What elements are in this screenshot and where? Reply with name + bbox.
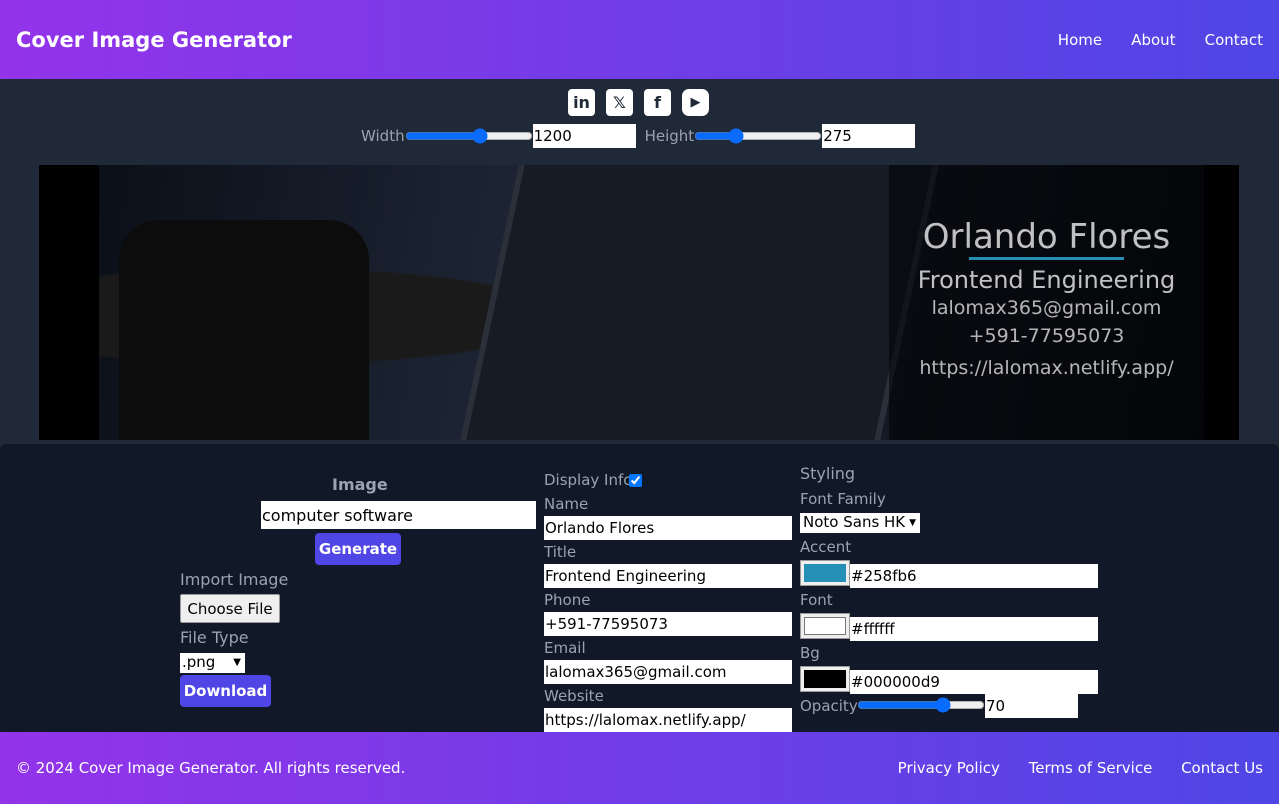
font-family-label: Font Family — [800, 490, 886, 508]
accent-hex-input[interactable] — [850, 564, 1098, 588]
phone-label: Phone — [544, 591, 591, 609]
image-query-input[interactable] — [261, 501, 536, 529]
opacity-label: Opacity — [800, 697, 858, 715]
info-overlay: Orlando Flores Frontend Engineering lalo… — [889, 165, 1204, 440]
mug-shape — [119, 220, 369, 440]
nav-about[interactable]: About — [1131, 31, 1175, 49]
file-type-select[interactable]: .png ▼ — [180, 653, 245, 673]
title-input[interactable] — [544, 564, 792, 588]
accent-bar — [969, 257, 1124, 260]
email-input[interactable] — [544, 660, 792, 684]
font-hex-input[interactable] — [850, 617, 1098, 641]
phone-input[interactable] — [544, 612, 792, 636]
accent-color-picker[interactable] — [800, 560, 850, 586]
opacity-slider[interactable] — [857, 697, 985, 713]
nav-home[interactable]: Home — [1058, 31, 1102, 49]
email-label: Email — [544, 639, 586, 657]
app-title: Cover Image Generator — [16, 27, 292, 52]
youtube-icon[interactable]: ▶ — [682, 89, 709, 116]
preview-phone: +591-77595073 — [968, 325, 1125, 347]
font-family-select[interactable]: Noto Sans HK ▼ — [800, 513, 920, 533]
x-icon[interactable]: 𝕏 — [606, 89, 633, 116]
font-color-label: Font — [800, 591, 833, 609]
display-info-checkbox[interactable] — [629, 474, 642, 487]
settings-panel: Image Generate Import Image Choose File … — [0, 444, 1279, 732]
import-image-label: Import Image — [180, 570, 289, 589]
width-slider[interactable] — [404, 128, 533, 144]
font-color-picker[interactable] — [800, 613, 850, 639]
width-label: Width — [361, 127, 405, 145]
nav-contact[interactable]: Contact — [1205, 31, 1263, 49]
styling-heading: Styling — [800, 464, 856, 483]
website-label: Website — [544, 687, 604, 705]
header: Cover Image Generator Home About Contact — [0, 0, 1279, 79]
bg-hex-input[interactable] — [850, 670, 1098, 694]
footer-terms-link[interactable]: Terms of Service — [1029, 759, 1153, 777]
image-heading: Image — [332, 475, 388, 494]
social-links: in 𝕏 f ▶ — [568, 89, 709, 116]
height-slider[interactable] — [694, 128, 823, 144]
website-input[interactable] — [544, 708, 792, 732]
choose-file-button[interactable]: Choose File — [180, 594, 280, 623]
accent-label: Accent — [800, 538, 852, 556]
main-nav: Home About Contact — [1034, 30, 1263, 49]
file-type-value: .png — [182, 653, 216, 671]
preview-title: Frontend Engineering — [917, 266, 1176, 294]
height-label: Height — [644, 127, 695, 145]
opacity-input[interactable] — [985, 694, 1078, 718]
chevron-down-icon: ▼ — [909, 518, 916, 528]
footer: © 2024 Cover Image Generator. All rights… — [0, 732, 1279, 804]
width-input[interactable] — [532, 124, 636, 148]
linkedin-icon[interactable]: in — [568, 89, 595, 116]
download-button[interactable]: Download — [180, 675, 271, 707]
preview-name: Orlando Flores — [922, 217, 1171, 257]
bg-label: Bg — [800, 644, 820, 662]
file-type-label: File Type — [180, 628, 249, 647]
display-info-label: Display Info — [544, 471, 633, 489]
cover-preview: Orlando Flores Frontend Engineering lalo… — [39, 165, 1239, 440]
generate-button[interactable]: Generate — [315, 533, 401, 565]
footer-contact-link[interactable]: Contact Us — [1181, 759, 1263, 777]
copyright: © 2024 Cover Image Generator. All rights… — [16, 759, 406, 777]
title-label: Title — [544, 543, 577, 561]
name-input[interactable] — [544, 516, 792, 540]
facebook-icon[interactable]: f — [644, 89, 671, 116]
dimension-controls: Width Height — [361, 124, 916, 148]
laptop-shape — [457, 165, 941, 440]
bg-color-picker[interactable] — [800, 666, 850, 692]
height-input[interactable] — [822, 124, 916, 148]
footer-privacy-link[interactable]: Privacy Policy — [898, 759, 1000, 777]
footer-nav: Privacy Policy Terms of Service Contact … — [874, 759, 1263, 777]
font-family-value: Noto Sans HK — [803, 513, 906, 531]
name-label: Name — [544, 495, 589, 513]
chevron-down-icon: ▼ — [233, 657, 241, 668]
preview-email: lalomax365@gmail.com — [931, 297, 1162, 319]
preview-website: https://lalomax.netlify.app/ — [919, 357, 1174, 379]
